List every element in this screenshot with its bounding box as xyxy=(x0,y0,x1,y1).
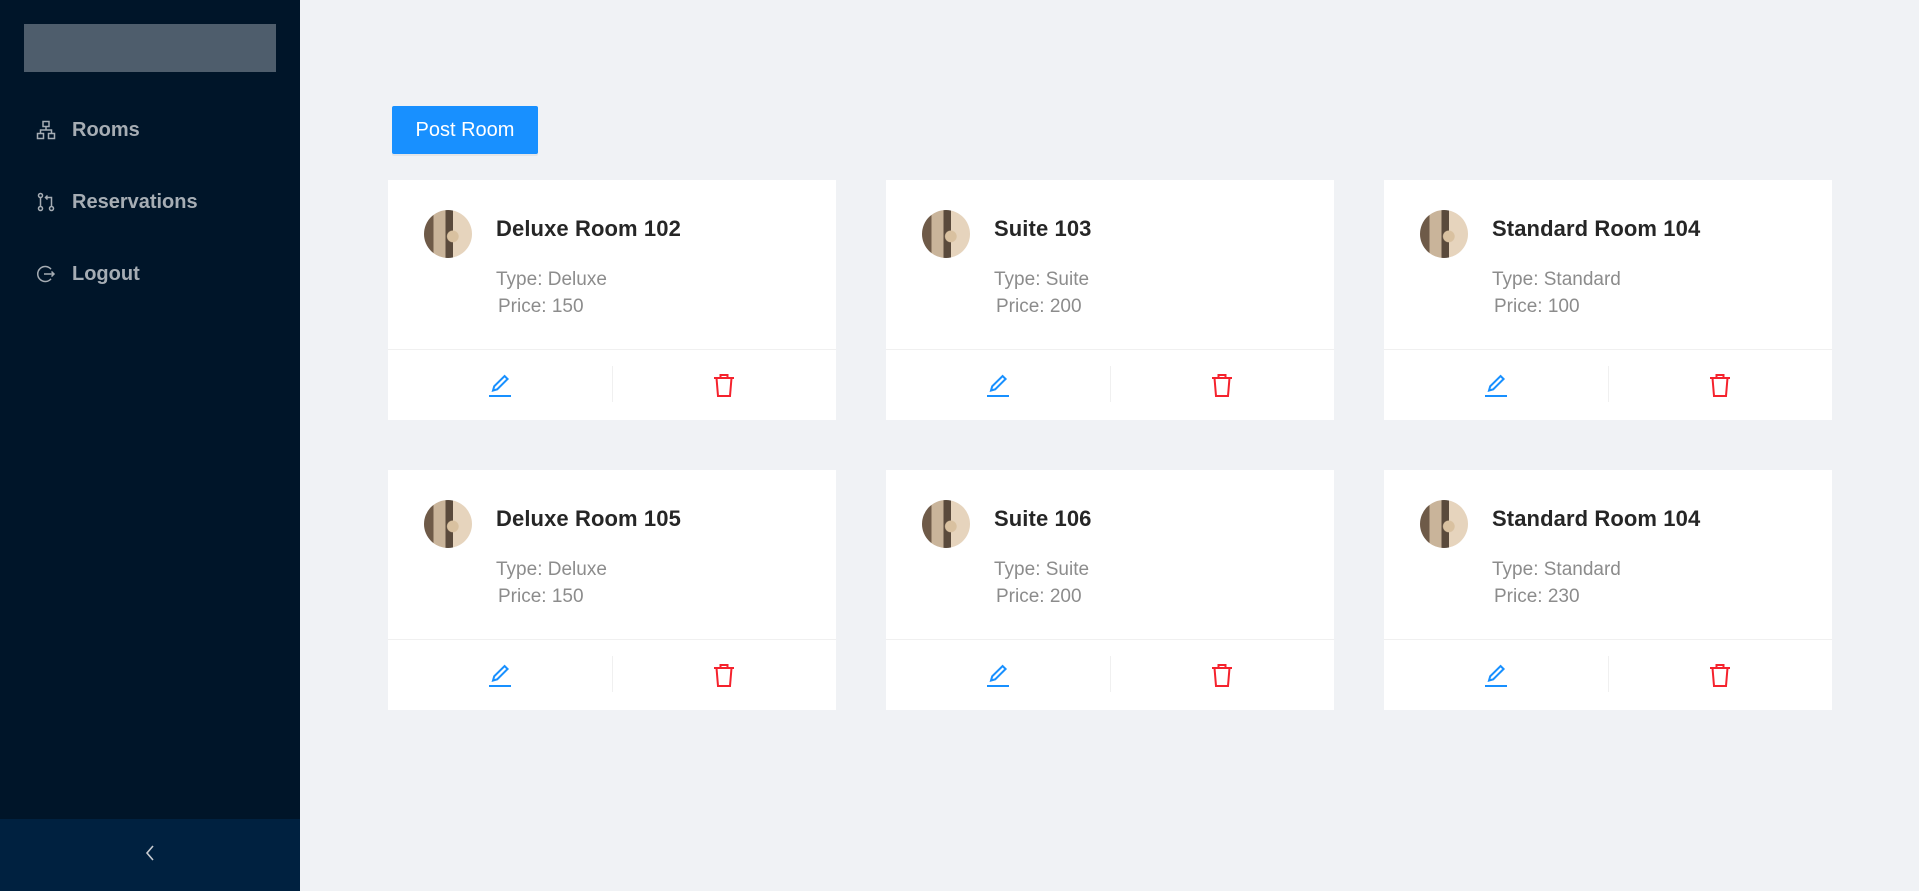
room-meta: Type: Suite Price: 200 xyxy=(994,266,1089,320)
room-title: Standard Room 104 xyxy=(1492,216,1701,241)
room-title: Deluxe Room 102 xyxy=(496,216,681,241)
room-price: Price: 200 xyxy=(996,296,1082,317)
sidebar: Rooms Reservations Logout xyxy=(0,0,300,891)
delete-button[interactable] xyxy=(1110,640,1334,710)
room-title: Deluxe Room 105 xyxy=(496,506,681,531)
room-price: Price: 100 xyxy=(1494,296,1580,317)
room-card: Standard Room 104 Type: Standard Price: … xyxy=(1384,470,1832,710)
sidebar-item-label: Logout xyxy=(72,262,140,285)
room-avatar xyxy=(922,210,970,258)
room-card: Suite 103 Type: Suite Price: 200 xyxy=(886,180,1334,420)
sidebar-item-rooms[interactable]: Rooms xyxy=(0,105,300,155)
card-actions xyxy=(1384,639,1832,710)
edit-icon xyxy=(1485,374,1507,397)
room-meta: Type: Deluxe Price: 150 xyxy=(496,266,607,320)
room-meta: Type: Suite Price: 200 xyxy=(994,556,1089,610)
sidebar-menu: Rooms Reservations Logout xyxy=(0,105,300,321)
room-avatar xyxy=(1420,500,1468,548)
trash-icon xyxy=(714,374,734,397)
edit-button[interactable] xyxy=(1384,640,1608,710)
edit-button[interactable] xyxy=(388,640,612,710)
card-actions xyxy=(388,639,836,710)
edit-button[interactable] xyxy=(388,350,612,420)
edit-icon xyxy=(987,664,1009,687)
room-card: Deluxe Room 102 Type: Deluxe Price: 150 xyxy=(388,180,836,420)
delete-button[interactable] xyxy=(1608,640,1832,710)
edit-button[interactable] xyxy=(1384,350,1608,420)
room-price: Price: 150 xyxy=(498,296,584,317)
delete-button[interactable] xyxy=(612,350,836,420)
delete-button[interactable] xyxy=(612,640,836,710)
room-type: Type: Deluxe xyxy=(496,269,607,290)
chevron-left-icon xyxy=(143,843,157,868)
room-type: Type: Deluxe xyxy=(496,559,607,580)
edit-button[interactable] xyxy=(886,640,1110,710)
room-card: Standard Room 104 Type: Standard Price: … xyxy=(1384,180,1832,420)
room-title: Standard Room 104 xyxy=(1492,506,1701,531)
logo xyxy=(24,24,276,72)
room-avatar xyxy=(1420,210,1468,258)
sidebar-collapse-button[interactable] xyxy=(0,819,300,891)
trash-icon xyxy=(714,664,734,687)
room-type: Type: Standard xyxy=(1492,559,1621,580)
trash-icon xyxy=(1710,664,1730,687)
edit-icon xyxy=(1485,664,1507,687)
pull-request-icon xyxy=(36,192,56,212)
room-title: Suite 103 xyxy=(994,216,1092,241)
room-price: Price: 230 xyxy=(1494,586,1580,607)
room-type: Type: Standard xyxy=(1492,269,1621,290)
room-meta: Type: Deluxe Price: 150 xyxy=(496,556,607,610)
edit-icon xyxy=(489,664,511,687)
trash-icon xyxy=(1710,374,1730,397)
trash-icon xyxy=(1212,374,1232,397)
room-price: Price: 150 xyxy=(498,586,584,607)
room-type: Type: Suite xyxy=(994,559,1090,580)
sidebar-item-label: Rooms xyxy=(72,118,140,141)
delete-button[interactable] xyxy=(1608,350,1832,420)
room-meta: Type: Standard Price: 230 xyxy=(1492,556,1621,610)
edit-icon xyxy=(489,374,511,397)
card-actions xyxy=(886,639,1334,710)
logout-icon xyxy=(36,264,56,284)
card-actions xyxy=(1384,349,1832,420)
room-price: Price: 200 xyxy=(996,586,1082,607)
room-meta: Type: Standard Price: 100 xyxy=(1492,266,1621,320)
room-card: Suite 106 Type: Suite Price: 200 xyxy=(886,470,1334,710)
room-avatar xyxy=(922,500,970,548)
edit-icon xyxy=(987,374,1009,397)
edit-button[interactable] xyxy=(886,350,1110,420)
sidebar-item-label: Reservations xyxy=(72,190,198,213)
card-actions xyxy=(886,349,1334,420)
sidebar-item-reservations[interactable]: Reservations xyxy=(0,177,300,227)
room-card: Deluxe Room 105 Type: Deluxe Price: 150 xyxy=(388,470,836,710)
room-title: Suite 106 xyxy=(994,506,1092,531)
main-content: Post Room Deluxe Room 102 Type: Deluxe P… xyxy=(300,0,1919,891)
sidebar-item-logout[interactable]: Logout xyxy=(0,249,300,299)
room-type: Type: Suite xyxy=(994,269,1090,290)
card-actions xyxy=(388,349,836,420)
cluster-icon xyxy=(36,120,56,140)
delete-button[interactable] xyxy=(1110,350,1334,420)
room-avatar xyxy=(424,210,472,258)
trash-icon xyxy=(1212,664,1232,687)
room-avatar xyxy=(424,500,472,548)
post-room-button[interactable]: Post Room xyxy=(392,106,538,154)
